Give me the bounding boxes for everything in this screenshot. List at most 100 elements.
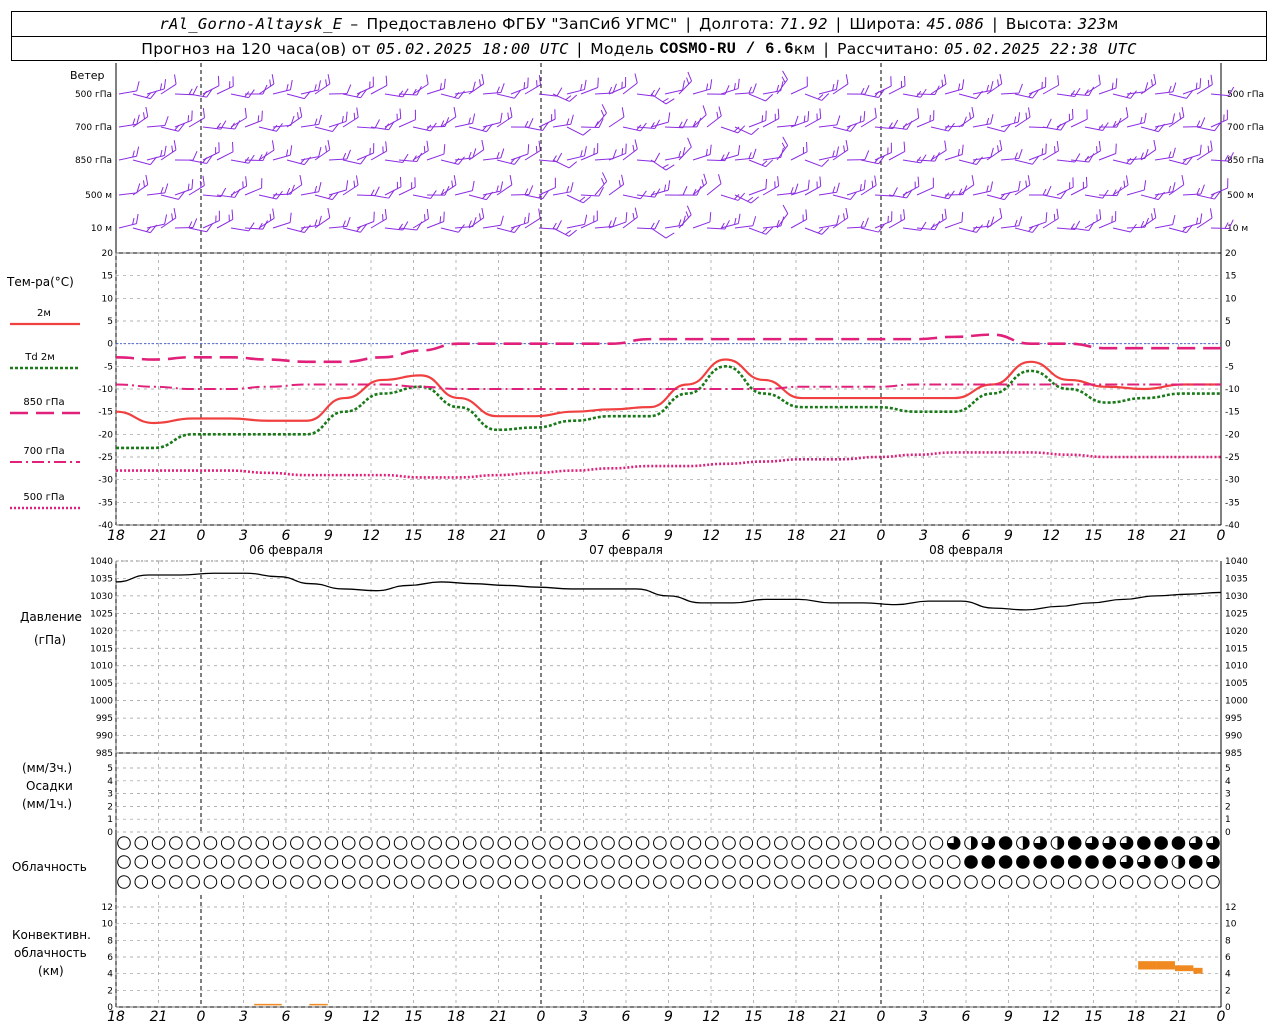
cloud-cover-circle bbox=[929, 855, 944, 869]
wind-barb-flag bbox=[1102, 189, 1109, 199]
cloud-cover-fill bbox=[1154, 836, 1168, 850]
wind-barb-staff bbox=[356, 152, 374, 161]
cloud-cover-fill bbox=[1178, 855, 1185, 869]
wind-barb-flag bbox=[342, 220, 346, 227]
wind-barb-flag bbox=[608, 86, 613, 94]
wind-barb-flag bbox=[1115, 78, 1118, 89]
wind-barb bbox=[1042, 190, 1067, 200]
wind-barb-flag bbox=[496, 151, 500, 159]
wind-barb-flag bbox=[990, 181, 994, 192]
cloud-cover-circle bbox=[877, 875, 892, 889]
wind-barb-staff bbox=[426, 221, 444, 229]
cloud-cover-circle bbox=[739, 875, 754, 889]
wind-barb bbox=[692, 144, 712, 161]
cloud-cover-circle bbox=[739, 855, 754, 869]
cloud-cover-circle bbox=[169, 875, 183, 889]
wind-barb-staff bbox=[566, 194, 584, 204]
wind-barb bbox=[1056, 220, 1081, 231]
hour-tick-label-bottom: 21 bbox=[830, 1009, 848, 1024]
wind-barb bbox=[1154, 182, 1176, 196]
wind-barb bbox=[622, 190, 647, 200]
wind-barb-staff bbox=[496, 184, 513, 196]
cloud-cover-circle bbox=[238, 875, 252, 889]
wind-barb-staff bbox=[650, 227, 667, 239]
pressure-tick-label-left: 1015 bbox=[90, 644, 113, 654]
wind-barb-flag bbox=[272, 124, 278, 131]
wind-barb-flag bbox=[528, 185, 534, 195]
wind-barb bbox=[300, 146, 322, 161]
wind-barb-staff bbox=[272, 89, 291, 95]
cloud-cover-circle bbox=[635, 875, 650, 889]
cloud-cover-circle bbox=[825, 836, 840, 850]
wind-barb-flag bbox=[496, 86, 500, 94]
wind-barb-flag bbox=[1158, 191, 1165, 200]
cloud-cover-fill bbox=[1172, 836, 1185, 850]
cloud-cover-circle bbox=[946, 855, 961, 869]
wind-barb-flag bbox=[709, 144, 712, 155]
cloud-cover-circle bbox=[774, 855, 788, 869]
wind-barb-flag bbox=[584, 146, 587, 157]
wind-barb-flag bbox=[1227, 178, 1229, 189]
pressure-tick-label-right: 1020 bbox=[1225, 627, 1248, 637]
wind-barb bbox=[888, 75, 906, 95]
wind-barb bbox=[552, 159, 578, 169]
legend-label: 850 гПа bbox=[23, 397, 64, 408]
wind-barb-flag bbox=[1045, 143, 1047, 154]
wind-barb bbox=[804, 176, 822, 196]
cloud-cover-circle bbox=[169, 836, 183, 850]
wind-barb-staff bbox=[398, 186, 416, 196]
wind-barb-flag bbox=[782, 204, 789, 214]
wind-barb-flag bbox=[509, 175, 513, 185]
cloud-cover-circle bbox=[653, 875, 667, 889]
precip-tick-label-right: 3 bbox=[1225, 790, 1231, 800]
wind-barb-flag bbox=[458, 156, 465, 165]
cloud-cover-fill bbox=[999, 836, 1012, 850]
wind-barb bbox=[1084, 122, 1109, 132]
cloud-cover-circle bbox=[1016, 875, 1030, 889]
cloud-cover-circle bbox=[964, 875, 978, 889]
wind-barb-flag bbox=[678, 150, 682, 158]
wind-barb-flag bbox=[443, 211, 445, 222]
wind-barb-flag bbox=[414, 109, 416, 120]
cloud-cover-circle bbox=[324, 855, 339, 869]
temp-tick-label-left: -25 bbox=[98, 453, 113, 463]
conv-tick-label-left: 10 bbox=[102, 920, 114, 930]
cloud-cover-circle bbox=[428, 875, 442, 889]
temp-tick-label-right: -15 bbox=[1225, 408, 1240, 418]
wind-barb-flag bbox=[752, 216, 757, 226]
wind-barb bbox=[398, 177, 416, 196]
hour-tick-label-mid: 15 bbox=[1085, 528, 1103, 544]
wind-barb-flag bbox=[976, 156, 983, 165]
wind-barb-staff bbox=[1168, 184, 1185, 196]
cloud-cover-circle bbox=[998, 875, 1013, 889]
wind-barb-staff bbox=[1154, 91, 1173, 95]
hour-tick-label-bottom: 9 bbox=[664, 1009, 673, 1024]
wind-barb-staff bbox=[188, 227, 207, 233]
wind-barb-staff bbox=[384, 186, 402, 196]
wind-barb bbox=[468, 73, 485, 95]
wind-barb-staff bbox=[790, 151, 808, 161]
wind-barb bbox=[650, 159, 675, 171]
wind-barb-staff bbox=[986, 83, 1003, 95]
wind-barb bbox=[734, 148, 757, 161]
cloud-cover-circle bbox=[497, 855, 512, 869]
wind-barb bbox=[118, 114, 140, 128]
wind-barb-flag bbox=[499, 112, 503, 123]
wind-barb-staff bbox=[370, 194, 389, 199]
wind-barb-flag bbox=[971, 175, 975, 185]
wind-barb-flag bbox=[374, 119, 380, 129]
cloud-cover-circle bbox=[929, 836, 944, 850]
wind-barb bbox=[594, 104, 607, 128]
wind-barb-staff bbox=[272, 154, 291, 161]
wind-barb bbox=[1196, 190, 1221, 200]
wind-barb-flag bbox=[1045, 77, 1047, 87]
wind-barb-staff bbox=[398, 159, 417, 163]
wind-barb-flag bbox=[944, 140, 947, 151]
wind-barb bbox=[216, 141, 234, 161]
wind-barb-staff bbox=[496, 93, 515, 99]
wind-barb-flag bbox=[244, 107, 247, 118]
cloud-cover-fill bbox=[1085, 855, 1099, 869]
wind-barb bbox=[804, 108, 822, 128]
wind-barb-staff bbox=[412, 218, 429, 229]
wind-barb-flag bbox=[385, 75, 388, 86]
